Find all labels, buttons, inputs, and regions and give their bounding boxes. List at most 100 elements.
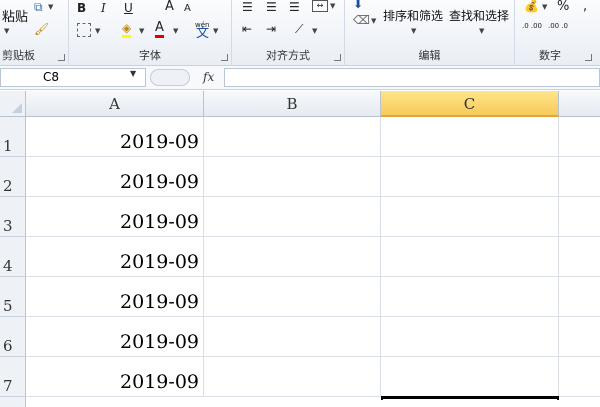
- percent-button[interactable]: %: [557, 0, 569, 14]
- paste-dropdown-icon[interactable]: ▼: [4, 27, 9, 35]
- number-launcher-icon[interactable]: [585, 54, 592, 61]
- row-header[interactable]: 7: [0, 357, 26, 397]
- currency-icon[interactable]: 💰: [524, 0, 539, 13]
- comma-button[interactable]: ,: [583, 0, 587, 14]
- cell-d1[interactable]: [559, 117, 600, 157]
- name-box[interactable]: C8: [0, 68, 146, 87]
- phonetic-dropdown-icon[interactable]: ▼: [213, 27, 218, 35]
- grow-font-button[interactable]: A: [165, 0, 174, 14]
- row-number: 5: [3, 297, 13, 315]
- cell-d7[interactable]: [559, 357, 600, 397]
- sort-filter-dropdown-icon[interactable]: ▼: [411, 27, 416, 35]
- column-header-c[interactable]: C: [381, 91, 559, 117]
- border-icon[interactable]: [77, 23, 91, 37]
- cell-c1[interactable]: [381, 117, 559, 157]
- alignment-group-label: 对齐方式: [266, 49, 310, 62]
- row-header[interactable]: 2: [0, 157, 26, 197]
- orientation-icon[interactable]: ⟋: [295, 22, 303, 36]
- row-header[interactable]: 4: [0, 237, 26, 277]
- cell-b7[interactable]: [204, 357, 381, 397]
- merge-center-icon[interactable]: ↔: [312, 0, 328, 12]
- cell-c5[interactable]: [381, 277, 559, 317]
- font-launcher-icon[interactable]: [221, 54, 228, 61]
- bold-button[interactable]: B: [77, 1, 86, 15]
- row-header[interactable]: 3: [0, 197, 26, 237]
- clear-dropdown-icon[interactable]: ▼: [371, 17, 376, 25]
- cell-b6[interactable]: [204, 317, 381, 357]
- cell-d6[interactable]: [559, 317, 600, 357]
- cell-d4[interactable]: [559, 237, 600, 277]
- copy-dropdown-icon[interactable]: ▼: [48, 3, 53, 11]
- align-center-icon[interactable]: ☰: [266, 0, 277, 14]
- cell-a7[interactable]: 2019-09: [26, 357, 204, 397]
- cell-b1[interactable]: [204, 117, 381, 157]
- phonetic-icon[interactable]: 文: [196, 27, 209, 41]
- formula-bar: C8 ▼ fx: [0, 66, 600, 90]
- cell-c4[interactable]: [381, 237, 559, 277]
- active-cell-c8[interactable]: [381, 396, 559, 400]
- formula-input[interactable]: [224, 68, 600, 87]
- orientation-dropdown-icon[interactable]: ▼: [312, 27, 317, 35]
- column-header-b[interactable]: B: [204, 91, 381, 117]
- cell-b2[interactable]: [204, 157, 381, 197]
- cell-b3[interactable]: [204, 197, 381, 237]
- increase-decimal-button[interactable]: .0 .00: [521, 23, 543, 30]
- cell-c2[interactable]: [381, 157, 559, 197]
- row-header[interactable]: [0, 397, 26, 407]
- find-select-button[interactable]: 查找和选择: [449, 7, 509, 24]
- cell-c3[interactable]: [381, 197, 559, 237]
- cell-a2[interactable]: 2019-09: [26, 157, 204, 197]
- decrease-indent-icon[interactable]: ⇤: [242, 22, 252, 36]
- row-header[interactable]: 1: [0, 117, 26, 157]
- cell-a5[interactable]: 2019-09: [26, 277, 204, 317]
- format-painter-icon[interactable]: 🖌: [34, 22, 49, 36]
- sort-filter-button[interactable]: 排序和筛选: [383, 7, 443, 24]
- copy-icon[interactable]: ⧉: [34, 0, 43, 14]
- find-select-dropdown-icon[interactable]: ▼: [479, 27, 484, 35]
- column-header-d[interactable]: [559, 91, 600, 117]
- insert-function-button[interactable]: fx: [203, 70, 214, 84]
- cell-value: 2019-09: [120, 211, 199, 233]
- paste-button[interactable]: 粘贴: [2, 6, 28, 25]
- shrink-font-button[interactable]: A: [184, 2, 191, 16]
- merge-dropdown-icon[interactable]: ▼: [330, 2, 335, 10]
- cell-value: 2019-09: [120, 331, 199, 353]
- increase-indent-icon[interactable]: ⇥: [266, 22, 276, 36]
- formula-bar-splitter[interactable]: [150, 69, 190, 86]
- font-group-label: 字体: [139, 49, 161, 62]
- cell-d2[interactable]: [559, 157, 600, 197]
- select-all-button[interactable]: [0, 91, 26, 117]
- clipboard-launcher-icon[interactable]: [58, 54, 65, 61]
- font-color-icon[interactable]: A: [155, 21, 164, 38]
- underline-button[interactable]: U: [124, 1, 133, 15]
- cell-d3[interactable]: [559, 197, 600, 237]
- cell-a4[interactable]: 2019-09: [26, 237, 204, 277]
- row-number: 7: [3, 377, 13, 395]
- fill-color-dropdown-icon[interactable]: ▼: [139, 27, 144, 35]
- cell-d5[interactable]: [559, 277, 600, 317]
- cell-b5[interactable]: [204, 277, 381, 317]
- cell-a1[interactable]: 2019-09: [26, 117, 204, 157]
- align-right-icon[interactable]: ☰: [289, 0, 300, 14]
- row-header[interactable]: 6: [0, 317, 26, 357]
- cell-c6[interactable]: [381, 317, 559, 357]
- column-header-a[interactable]: A: [26, 91, 204, 117]
- align-left-icon[interactable]: ☰: [242, 0, 253, 14]
- cell-c7[interactable]: [381, 357, 559, 397]
- cell-b4[interactable]: [204, 237, 381, 277]
- italic-button[interactable]: I: [101, 1, 106, 15]
- row-number: 2: [3, 177, 13, 195]
- row-header[interactable]: 5: [0, 277, 26, 317]
- cell-a3[interactable]: 2019-09: [26, 197, 204, 237]
- alignment-launcher-icon[interactable]: [334, 54, 341, 61]
- font-color-dropdown-icon[interactable]: ▼: [173, 27, 178, 35]
- fill-color-icon[interactable]: ◈: [122, 21, 132, 38]
- name-box-dropdown-icon[interactable]: ▼: [130, 69, 136, 78]
- clear-icon[interactable]: ⌫: [353, 13, 370, 27]
- fill-icon[interactable]: ⬇: [353, 0, 363, 11]
- cell-a6[interactable]: 2019-09: [26, 317, 204, 357]
- currency-dropdown-icon[interactable]: ▼: [542, 3, 547, 11]
- row-number: 4: [3, 257, 13, 275]
- border-dropdown-icon[interactable]: ▼: [95, 27, 100, 35]
- decrease-decimal-button[interactable]: .00 .0: [547, 23, 569, 30]
